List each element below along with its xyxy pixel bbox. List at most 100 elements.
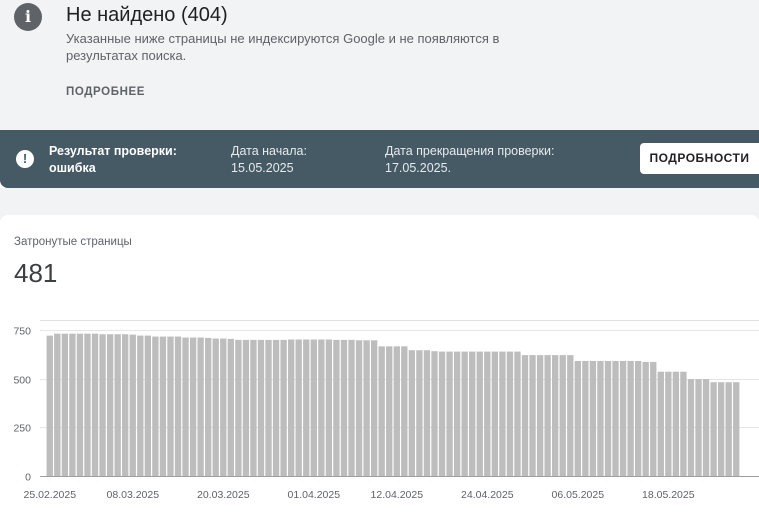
chart-bar xyxy=(438,351,446,476)
chart-bar xyxy=(642,361,649,476)
chart-bar xyxy=(355,340,363,476)
chart-bar xyxy=(91,333,99,476)
x-tick-label: 24.04.2025 xyxy=(461,489,514,501)
x-tick-label: 06.05.2025 xyxy=(552,489,605,501)
chart-bar xyxy=(514,351,521,476)
chart-bar xyxy=(257,339,265,476)
chart-bar xyxy=(484,351,491,476)
chart-bar xyxy=(159,336,167,476)
chart-bar xyxy=(634,360,642,476)
chart-bar xyxy=(318,339,325,476)
chart-bar xyxy=(122,334,129,476)
validation-status: Результат проверки: ошибка xyxy=(49,144,177,175)
chart-bar xyxy=(619,360,627,476)
chart-bar xyxy=(589,360,597,476)
chart-bar xyxy=(491,351,499,476)
chart-bar xyxy=(650,361,657,476)
chart-bar xyxy=(521,355,529,476)
chart-bar xyxy=(431,351,438,476)
chart-bar xyxy=(295,339,302,476)
chart-bar xyxy=(340,339,348,476)
chart-bar xyxy=(665,371,672,476)
chart-bar xyxy=(544,355,551,476)
chart-bar xyxy=(529,355,536,476)
chart-bar xyxy=(453,351,461,476)
chart-bar xyxy=(129,334,136,477)
chart-bar xyxy=(552,355,559,476)
chart-bar xyxy=(612,360,619,476)
chart-bar xyxy=(680,371,687,476)
chart-bar xyxy=(469,351,476,476)
alert-icon: ! xyxy=(16,150,34,168)
validation-stop-date: Дата прекращения проверки: 17.05.2025. xyxy=(385,144,555,175)
chart-bar xyxy=(499,351,506,476)
chart-bar xyxy=(657,371,664,476)
chart-bar xyxy=(627,360,634,476)
chart-bar xyxy=(325,339,333,476)
x-tick-label: 18.05.2025 xyxy=(642,489,695,501)
chart-bar xyxy=(536,355,544,476)
chart-bar xyxy=(597,360,604,476)
chart-bar xyxy=(725,382,732,476)
chart-bar xyxy=(144,335,152,476)
chart-bar xyxy=(250,339,257,476)
chart-bar xyxy=(408,350,416,476)
chart-bar xyxy=(378,346,385,476)
chart-bar xyxy=(672,371,680,476)
chart-bar xyxy=(174,336,182,476)
chart-bar xyxy=(401,346,408,476)
chart-bar xyxy=(265,339,272,476)
chart-bar xyxy=(506,351,514,476)
x-tick-label: 01.04.2025 xyxy=(288,489,341,501)
chart-bar xyxy=(46,335,53,476)
chart-bar xyxy=(189,337,197,476)
chart-bar xyxy=(582,360,589,476)
chart-bar xyxy=(574,360,581,476)
chart-bar xyxy=(242,339,250,476)
chart-bar xyxy=(717,382,725,476)
page-title: Не найдено (404) xyxy=(66,4,228,26)
chart-bar xyxy=(61,333,69,476)
chart-bar xyxy=(303,339,310,476)
validation-start-date: Дата начала: 15.05.2025 xyxy=(231,144,307,175)
see-details-button[interactable]: ПОДРОБНОСТИ xyxy=(640,143,759,174)
issue-header: i Не найдено (404) Указанные ниже страни… xyxy=(0,0,759,130)
chart-bar xyxy=(559,355,566,476)
chart-bar xyxy=(152,336,159,476)
chart-bar xyxy=(84,333,91,476)
issue-description: Указанные ниже страницы не индексируются… xyxy=(66,31,500,63)
chart-bar xyxy=(167,336,174,476)
chart-bar xyxy=(476,351,483,476)
y-tick-label: 0 xyxy=(25,472,31,484)
chart-bar xyxy=(287,339,295,476)
metric-label: Затронутые страницы xyxy=(14,236,132,248)
chart-bar xyxy=(114,334,121,476)
learn-more-link[interactable]: ПОДРОБНЕЕ xyxy=(66,86,145,98)
chart-bar xyxy=(205,337,212,476)
chart-bar xyxy=(733,382,740,476)
chart-bar xyxy=(687,379,695,476)
chart-bar xyxy=(310,339,317,476)
chart-bar xyxy=(567,355,574,476)
chart-bar xyxy=(76,333,84,476)
chart-bar xyxy=(370,340,378,476)
chart-bar xyxy=(137,335,144,476)
chart-bar xyxy=(227,338,234,476)
chart-bar xyxy=(220,338,227,476)
chart-bar xyxy=(197,337,204,476)
x-tick-label: 12.04.2025 xyxy=(371,489,424,501)
info-icon: i xyxy=(14,3,42,31)
chart-bar xyxy=(446,351,453,476)
chart-bar xyxy=(702,379,710,476)
chart-bar xyxy=(393,346,400,476)
chart-bar xyxy=(710,382,717,476)
chart-bar xyxy=(333,339,340,476)
y-tick-label: 750 xyxy=(13,326,31,338)
chart-bar xyxy=(272,339,280,476)
chart-bar xyxy=(99,334,106,476)
chart-bar xyxy=(461,351,468,476)
chart-bar xyxy=(695,379,702,476)
chart-bar xyxy=(416,350,423,476)
x-tick-label: 25.02.2025 xyxy=(24,489,77,501)
chart-bar xyxy=(604,360,612,476)
